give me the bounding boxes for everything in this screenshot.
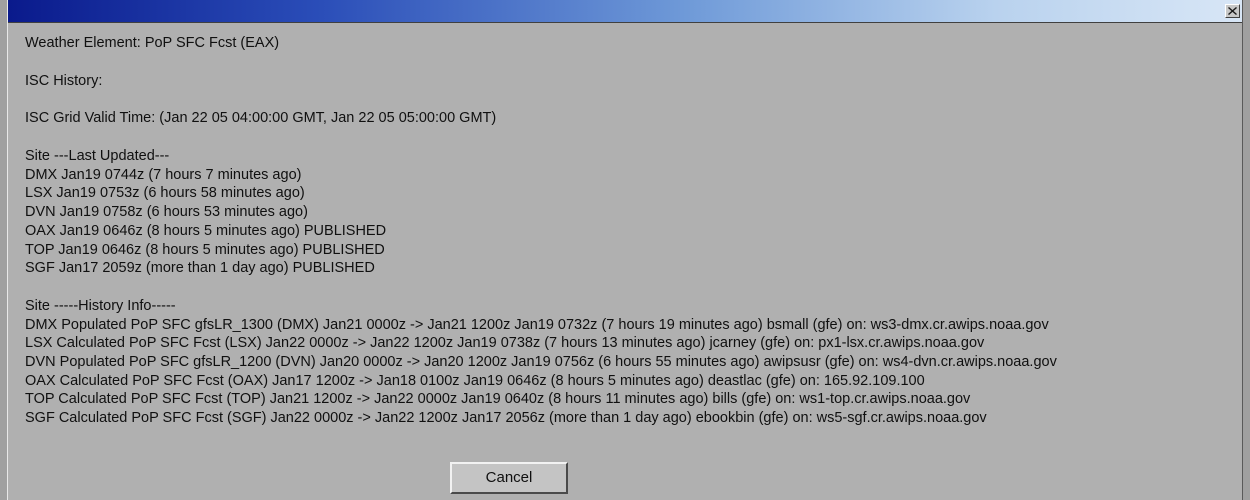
- close-x-icon: [1228, 7, 1237, 15]
- isc-history-label: ISC History:: [25, 72, 103, 89]
- last-updated-row: SGF Jan17 2059z (more than 1 day ago) PU…: [25, 260, 375, 277]
- close-button[interactable]: [1225, 4, 1240, 18]
- history-info-row: OAX Calculated PoP SFC Fcst (OAX) Jan17 …: [25, 372, 925, 389]
- isc-grid-valid-time: ISC Grid Valid Time: (Jan 22 05 04:00:00…: [25, 110, 497, 127]
- cancel-button[interactable]: Cancel: [450, 462, 568, 494]
- dialog-content: Weather Element: PoP SFC Fcst (EAX) ISC …: [25, 34, 1238, 428]
- history-info-heading: Site -----History Info-----: [25, 297, 176, 314]
- last-updated-row: DMX Jan19 0744z (7 hours 7 minutes ago): [25, 166, 302, 183]
- last-updated-section: Site ---Last Updated--- DMX Jan19 0744z …: [25, 147, 1238, 278]
- last-updated-row: DVN Jan19 0758z (6 hours 53 minutes ago): [25, 204, 308, 221]
- history-info-row: TOP Calculated PoP SFC Fcst (TOP) Jan21 …: [25, 391, 971, 408]
- title-bar[interactable]: [8, 0, 1242, 23]
- isc-history-dialog: Weather Element: PoP SFC Fcst (EAX) ISC …: [7, 0, 1243, 500]
- screen-left-edge: [0, 0, 7, 500]
- history-info-row: DMX Populated PoP SFC gfsLR_1300 (DMX) J…: [25, 316, 1049, 333]
- last-updated-row: TOP Jan19 0646z (8 hours 5 minutes ago) …: [25, 241, 385, 258]
- last-updated-row: OAX Jan19 0646z (8 hours 5 minutes ago) …: [25, 222, 387, 239]
- history-info-row: SGF Calculated PoP SFC Fcst (SGF) Jan22 …: [25, 410, 987, 426]
- button-bar: Cancel: [8, 445, 1242, 500]
- history-info-row: LSX Calculated PoP SFC Fcst (LSX) Jan22 …: [25, 335, 985, 352]
- history-info-row: DVN Populated PoP SFC gfsLR_1200 (DVN) J…: [25, 353, 1057, 370]
- weather-element-label: Weather Element: PoP SFC Fcst (EAX): [25, 35, 280, 51]
- last-updated-row: LSX Jan19 0753z (6 hours 58 minutes ago): [25, 185, 305, 202]
- history-info-section: Site -----History Info----- DMX Populate…: [25, 297, 1238, 428]
- last-updated-heading: Site ---Last Updated---: [25, 148, 170, 165]
- screen-right-edge: [1243, 0, 1250, 500]
